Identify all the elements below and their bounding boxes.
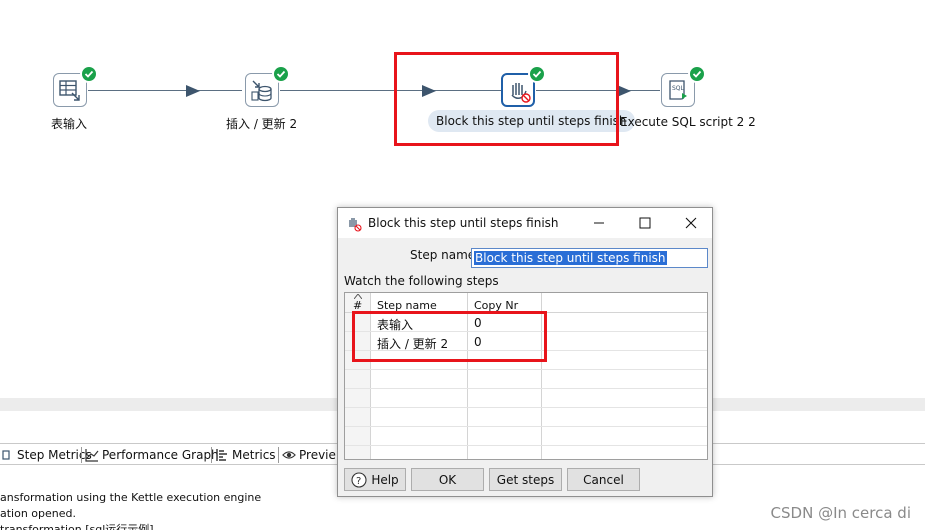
table-row[interactable] [345,389,707,408]
minimize-icon [594,222,604,224]
block-step-icon [349,218,362,232]
maximize-icon [639,217,651,229]
annotation-highlight-box [352,311,547,362]
help-label: Help [371,472,399,487]
step-metrics-icon [2,450,10,460]
annotation-highlight-box [394,52,619,146]
dialog-title: Block this step until steps finish [368,216,559,230]
svg-text:?: ? [356,476,361,487]
step-name-label: Step name [410,248,476,262]
hop-line-1[interactable] [88,90,242,91]
tab-divider [81,447,82,463]
tab-label: Previe [299,448,336,462]
get-steps-label: Get steps [496,472,555,487]
tab-divider [211,447,212,463]
close-button[interactable] [668,208,714,238]
hop-arrow-1 [186,85,200,97]
cancel-label: Cancel [583,472,624,487]
tab-step-metrics[interactable]: Step Metrics [0,446,92,464]
ok-label: OK [438,472,457,487]
sql-script-icon: SQL [669,80,687,100]
watch-steps-table[interactable]: # Step name Copy Nr 表输入 0 插入 / 更新 2 0 [344,292,708,460]
maximize-button[interactable] [622,208,668,238]
success-check-icon [688,65,706,83]
dialog-titlebar[interactable]: Block this step until steps finish [338,208,712,238]
execution-log: ansformation using the Kettle execution … [0,490,261,530]
success-check-icon [80,65,98,83]
step-label[interactable]: 插入 / 更新 2 [226,115,297,132]
watermark: CSDN @In cerca di [770,504,911,522]
insert-update-icon [251,80,272,102]
hop-arrow-3 [617,85,631,97]
success-check-icon [272,65,290,83]
step-name-input[interactable]: Block this step until steps finish [471,248,708,268]
tab-performance-graph[interactable]: Performance Graph [85,446,219,464]
watch-steps-label: Watch the following steps [344,274,499,288]
svg-text:SQL: SQL [672,85,685,92]
close-icon [685,217,697,229]
cancel-button[interactable]: Cancel [567,468,640,491]
log-line: transformation [sql运行示例] [0,523,154,530]
tab-metrics[interactable]: Metrics [215,446,276,464]
log-line: ansformation using the Kettle execution … [0,491,262,504]
block-step-dialog: Block this step until steps finish Step … [337,207,713,497]
step-label[interactable]: 表输入 [51,115,87,132]
ok-button[interactable]: OK [411,468,484,491]
step-name-value: Block this step until steps finish [474,251,667,265]
minimize-button[interactable] [576,208,622,238]
log-line: ation opened. [0,507,77,520]
help-icon: ? [351,471,367,488]
table-header: # Step name Copy Nr [345,293,707,313]
table-row[interactable] [345,408,707,427]
help-button[interactable]: ? Help [344,468,406,491]
get-steps-button[interactable]: Get steps [489,468,562,491]
tab-label: Performance Graph [102,448,219,462]
table-input-icon [59,80,80,101]
table-row[interactable] [345,427,707,446]
tab-preview[interactable]: Previe [282,446,336,464]
tab-divider [278,447,279,463]
table-row[interactable] [345,370,707,389]
line-graph-icon [85,449,99,462]
metrics-icon [216,449,227,461]
tab-label: Metrics [232,448,276,462]
eye-icon [282,451,296,459]
step-label[interactable]: Execute SQL script 2 2 [620,115,756,129]
